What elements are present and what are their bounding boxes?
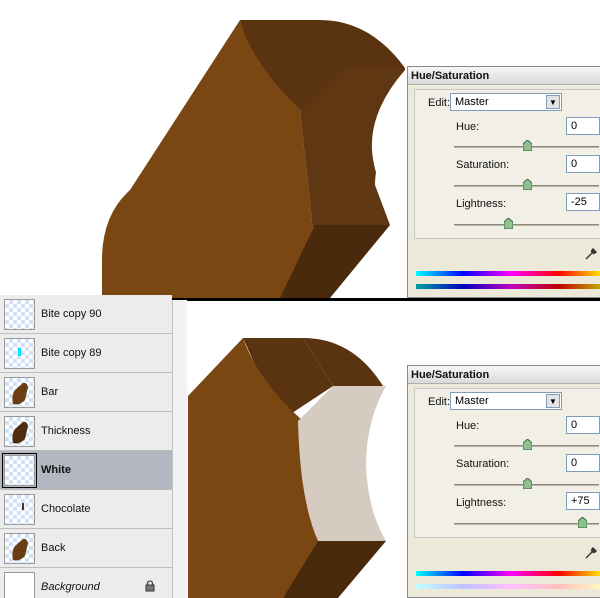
chevron-down-icon[interactable]: ▼ bbox=[546, 394, 560, 408]
lock-icon bbox=[145, 580, 155, 595]
hue-label: Hue: bbox=[456, 420, 480, 432]
layer-name: Chocolate bbox=[41, 503, 91, 515]
layer-name: Bite copy 90 bbox=[41, 308, 102, 320]
layer-thumbnail bbox=[4, 416, 35, 447]
saturation-slider-thumb[interactable] bbox=[523, 179, 532, 190]
layer-thumbnail bbox=[4, 299, 35, 330]
layer-row[interactable]: Thickness bbox=[0, 412, 172, 451]
layer-row[interactable]: Chocolate bbox=[0, 490, 172, 529]
layer-thumbnail bbox=[2, 453, 37, 488]
chevron-down-icon[interactable]: ▼ bbox=[546, 95, 560, 109]
layer-row[interactable]: Bar bbox=[0, 373, 172, 412]
hue-slider-thumb[interactable] bbox=[523, 140, 532, 151]
hue-saturation-dialog-top[interactable]: Hue/Saturation Edit: Master ▼ Hue: 0 Sat… bbox=[407, 66, 600, 298]
layer-name: White bbox=[41, 464, 71, 476]
layer-name: Thickness bbox=[41, 425, 91, 437]
edit-select-value: Master bbox=[455, 395, 489, 407]
saturation-label: Saturation: bbox=[456, 159, 510, 171]
result-spectrum-bar bbox=[416, 584, 600, 589]
edit-label: Edit: bbox=[428, 396, 451, 408]
layer-row[interactable]: Bite copy 90 bbox=[0, 295, 172, 334]
layer-name: Bite copy 89 bbox=[41, 347, 102, 359]
edit-select-value: Master bbox=[455, 96, 489, 108]
lightness-slider-track[interactable] bbox=[454, 224, 599, 226]
layer-row[interactable]: White bbox=[0, 451, 172, 490]
dialog-title: Hue/Saturation bbox=[408, 67, 600, 85]
edit-label: Edit: bbox=[428, 97, 451, 109]
layer-thumbnail bbox=[4, 533, 35, 564]
eyedropper-icon[interactable] bbox=[584, 546, 598, 560]
chocolate-mark-icon bbox=[22, 503, 24, 510]
lightness-slider-thumb[interactable] bbox=[504, 218, 513, 229]
result-spectrum-bar bbox=[416, 284, 600, 289]
layer-row[interactable]: Bite copy 89 bbox=[0, 334, 172, 373]
layer-name: Background bbox=[41, 581, 100, 593]
bite-shape-icon bbox=[18, 348, 21, 356]
layer-thumbnail bbox=[4, 338, 35, 369]
saturation-input[interactable]: 0 bbox=[566, 454, 600, 472]
edit-select[interactable]: Master ▼ bbox=[450, 93, 562, 111]
layer-thumbnail bbox=[4, 494, 35, 525]
chocolate-shape-icon bbox=[12, 538, 28, 561]
lightness-input[interactable]: +75 bbox=[566, 492, 600, 510]
hue-spectrum-bar bbox=[416, 271, 600, 276]
layer-name: Back bbox=[41, 542, 66, 554]
chocolate-shape-icon bbox=[12, 421, 28, 444]
hue-spectrum-bar bbox=[416, 571, 600, 576]
lightness-input[interactable]: -25 bbox=[566, 193, 600, 211]
saturation-label: Saturation: bbox=[456, 458, 510, 470]
hue-label: Hue: bbox=[456, 121, 480, 133]
layer-name: Bar bbox=[41, 386, 59, 398]
lightness-slider-thumb[interactable] bbox=[578, 517, 587, 528]
eyedropper-icon[interactable] bbox=[584, 247, 598, 261]
saturation-input[interactable]: 0 bbox=[566, 155, 600, 173]
layer-thumbnail bbox=[4, 572, 35, 598]
lightness-label: Lightness: bbox=[456, 198, 507, 210]
layer-row[interactable]: Background bbox=[0, 568, 172, 598]
layer-row[interactable]: Back bbox=[0, 529, 172, 568]
saturation-slider-thumb[interactable] bbox=[523, 478, 532, 489]
dialog-title: Hue/Saturation bbox=[408, 366, 600, 384]
hue-slider-thumb[interactable] bbox=[523, 439, 532, 450]
hue-input[interactable]: 0 bbox=[566, 117, 600, 135]
layers-panel[interactable]: Bite copy 90 Bite copy 89 Bar Thickness Whit… bbox=[0, 295, 187, 598]
hue-input[interactable]: 0 bbox=[566, 416, 600, 434]
edit-select[interactable]: Master ▼ bbox=[450, 392, 562, 410]
chocolate-shape-icon bbox=[12, 382, 28, 405]
hue-saturation-dialog-bottom[interactable]: Hue/Saturation Edit: Master ▼ Hue: 0 Sat… bbox=[407, 365, 600, 598]
layers-scrollbar[interactable] bbox=[172, 300, 187, 598]
layer-thumbnail bbox=[4, 377, 35, 408]
lightness-label: Lightness: bbox=[456, 497, 507, 509]
